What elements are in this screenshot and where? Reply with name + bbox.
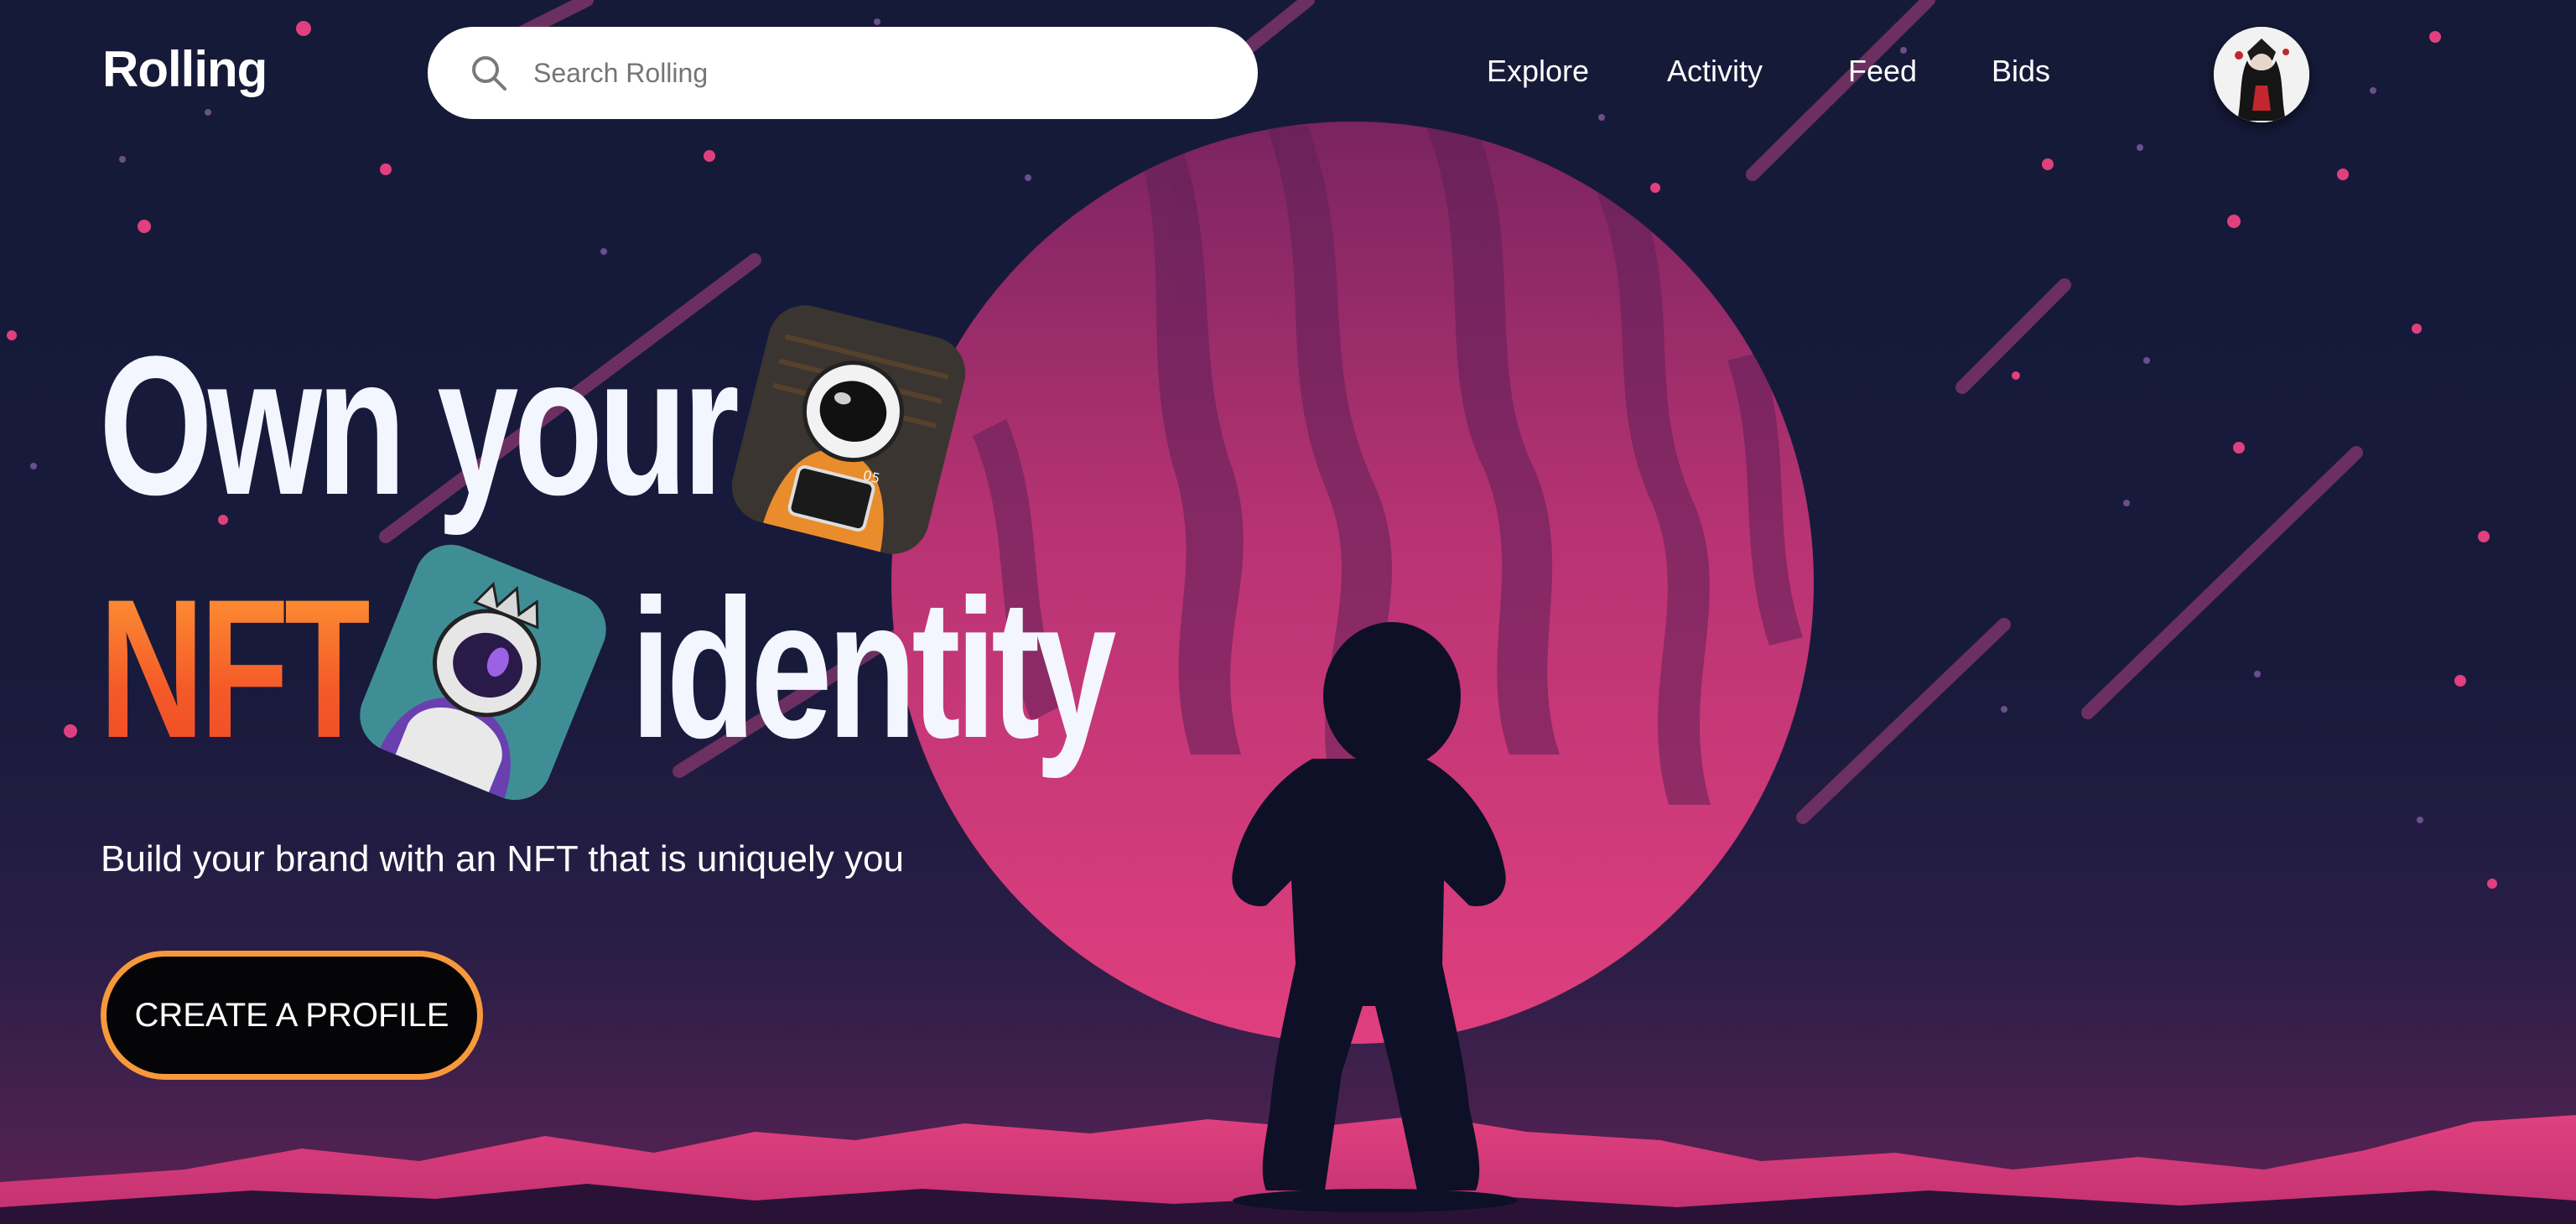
nav-bids[interactable]: Bids bbox=[1992, 54, 2050, 89]
brand-logo[interactable]: Rolling bbox=[102, 40, 267, 98]
nav-feed[interactable]: Feed bbox=[1848, 54, 1917, 89]
user-avatar-icon bbox=[2214, 27, 2309, 122]
nav-explore[interactable]: Explore bbox=[1487, 54, 1589, 89]
user-avatar[interactable] bbox=[2214, 27, 2309, 122]
search-bar[interactable] bbox=[428, 27, 1258, 119]
hero-subtitle: Build your brand with an NFT that is uni… bbox=[101, 838, 904, 879]
headline-line-1: Own your bbox=[99, 315, 740, 537]
headline-nft-accent: NFT bbox=[99, 558, 374, 780]
create-profile-button[interactable]: CREATE A PROFILE bbox=[101, 951, 483, 1080]
search-icon bbox=[472, 56, 506, 91]
hero-stage: Rolling Explore Activity Feed Bids Own y… bbox=[0, 0, 2576, 1224]
headline-identity: identity bbox=[631, 558, 1117, 780]
search-input[interactable] bbox=[532, 56, 1223, 90]
nav-activity[interactable]: Activity bbox=[1667, 54, 1763, 89]
